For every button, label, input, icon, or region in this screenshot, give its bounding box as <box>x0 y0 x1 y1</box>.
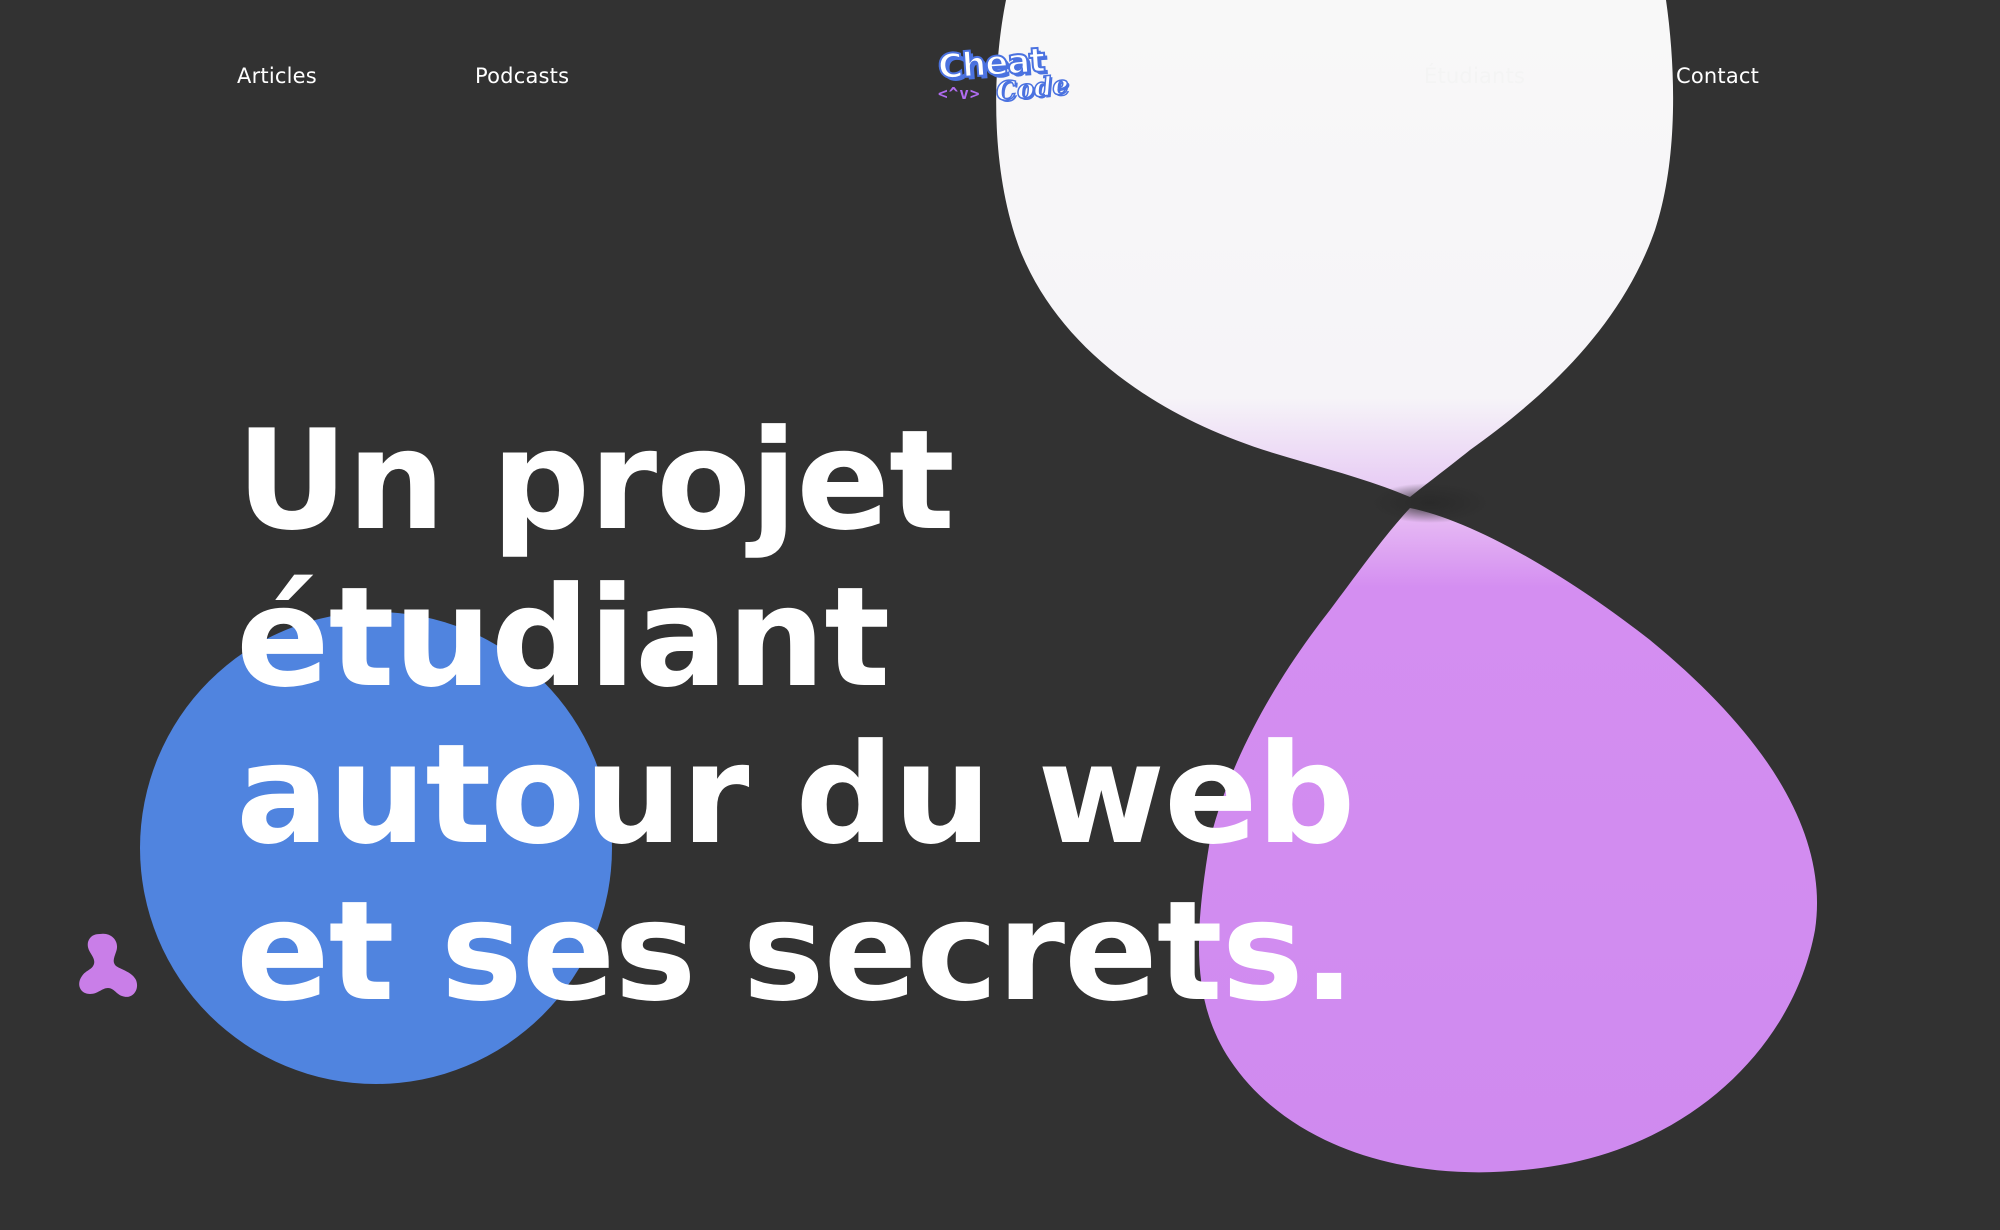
nav-link-contact[interactable]: Contact <box>1676 64 1759 88</box>
nav-link-etudiants[interactable]: Étudiants <box>1424 64 1525 88</box>
hero-headline: Un projet étudiant autour du web et ses … <box>236 400 1355 1032</box>
logo-word-code: Code <box>994 70 1071 109</box>
hero-line-2: étudiant <box>236 557 890 718</box>
cheat-code-logo[interactable]: Cheat Code <^v> <box>932 39 1072 114</box>
hero-line-1: Un projet <box>236 400 955 561</box>
nav-link-articles[interactable]: Articles <box>237 64 317 88</box>
main-navigation: Articles Podcasts Cheat Code <^v> Étudia… <box>0 0 2000 160</box>
hero-line-4: et ses secrets. <box>236 871 1355 1032</box>
page: Articles Podcasts Cheat Code <^v> Étudia… <box>0 0 2000 1230</box>
waist-shadow-shape <box>1370 483 1490 523</box>
logo-brackets: <^v> <box>938 84 981 103</box>
nav-link-podcasts[interactable]: Podcasts <box>475 64 569 88</box>
blob-glyph-icon <box>79 933 138 997</box>
hero-line-3: autour du web <box>236 714 1355 875</box>
